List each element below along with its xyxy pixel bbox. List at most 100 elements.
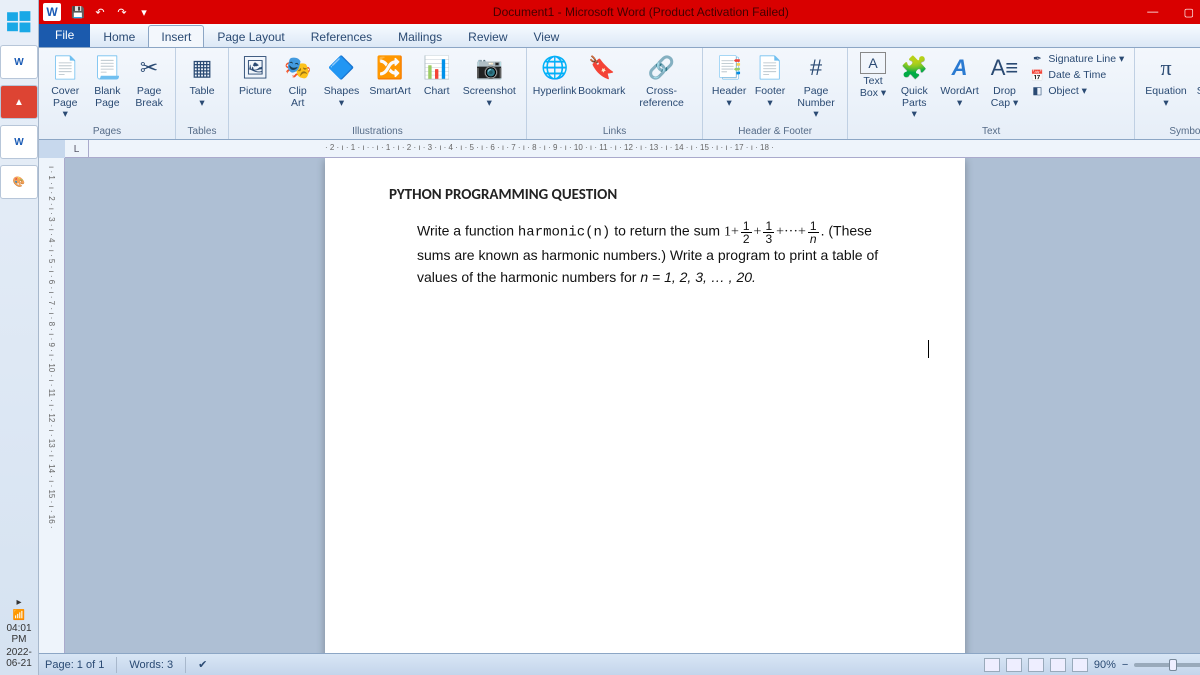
status-words[interactable]: Words: 3	[129, 659, 173, 671]
tab-review[interactable]: Review	[455, 25, 520, 47]
group-label: Header & Footer	[709, 124, 841, 139]
group-label: Illustrations	[235, 124, 520, 139]
textbox-icon: A	[860, 52, 886, 74]
bookmark-icon: 🔖	[586, 52, 618, 84]
chart-icon: 📊	[421, 52, 453, 84]
screenshot-button[interactable]: 📷Screenshot▾	[459, 50, 520, 111]
ribbon-tabs: File Home Insert Page Layout References …	[39, 24, 1200, 48]
cover-page-icon: 📄	[49, 52, 81, 84]
shapes-button[interactable]: 🔷Shapes▾	[320, 50, 364, 111]
table-button[interactable]: ▦Table▾	[182, 50, 222, 111]
date-time-button[interactable]: 📅Date & Time	[1030, 68, 1124, 82]
qat-redo-icon[interactable]: ↷	[113, 3, 131, 21]
minimize-button[interactable]: —	[1135, 0, 1171, 24]
tray-expand-icon[interactable]: ▸	[0, 597, 38, 608]
system-tray: ▸ 📶 04:01 PM 2022-06-21	[0, 591, 38, 675]
tray-date[interactable]: 2022-06-21	[0, 647, 38, 669]
group-label: Links	[533, 124, 696, 139]
page-number-button[interactable]: #PageNumber ▾	[791, 50, 841, 123]
footer-button[interactable]: 📄Footer▾	[751, 50, 789, 111]
text-box-button[interactable]: ATextBox ▾	[854, 50, 892, 101]
view-print-layout-button[interactable]	[984, 658, 1000, 672]
zoom-slider[interactable]	[1134, 663, 1200, 667]
tab-mailings[interactable]: Mailings	[385, 25, 455, 47]
bookmark-button[interactable]: 🔖Bookmark	[578, 50, 624, 100]
header-icon: 📑	[713, 52, 745, 84]
taskbar-app-pdf[interactable]: ▲	[0, 85, 38, 119]
start-button[interactable]	[0, 5, 38, 39]
object-icon: ◧	[1030, 84, 1044, 98]
clip-art-button[interactable]: 🎭ClipArt	[278, 50, 318, 111]
smartart-button[interactable]: 🔀SmartArt	[365, 50, 414, 100]
hyperlink-button[interactable]: 🌐Hyperlink	[533, 50, 577, 100]
wordart-button[interactable]: AWordArt▾	[937, 50, 983, 111]
shapes-icon: 🔷	[326, 52, 358, 84]
symbol-button[interactable]: ΩSymbol▾	[1193, 50, 1200, 111]
screenshot-icon: 📷	[473, 52, 505, 84]
table-icon: ▦	[186, 52, 218, 84]
tab-insert[interactable]: Insert	[148, 25, 204, 47]
tray-time[interactable]: 04:01 PM	[0, 623, 38, 645]
view-web-layout-button[interactable]	[1028, 658, 1044, 672]
equation-button[interactable]: πEquation▾	[1141, 50, 1190, 111]
quick-parts-button[interactable]: 🧩QuickParts ▾	[894, 50, 934, 123]
group-header-footer: 📑Header▾ 📄Footer▾ #PageNumber ▾ Header &…	[703, 48, 848, 139]
hyperlink-icon: 🌐	[539, 52, 571, 84]
qat-customize-icon[interactable]: ▾	[135, 3, 153, 21]
view-outline-button[interactable]	[1050, 658, 1066, 672]
group-label: Symbols	[1141, 124, 1200, 139]
signature-line-button[interactable]: ✒Signature Line ▾	[1030, 52, 1124, 66]
tab-home[interactable]: Home	[90, 25, 148, 47]
datetime-icon: 📅	[1030, 68, 1044, 82]
tab-view[interactable]: View	[521, 25, 573, 47]
zoom-slider-thumb[interactable]	[1169, 659, 1177, 671]
qat-save-icon[interactable]: 💾	[69, 3, 87, 21]
document-area: L · 2 · ı · 1 · ı · · ı · 1 · ı · 2 · ı …	[39, 140, 1200, 653]
zoom-out-button[interactable]: −	[1122, 659, 1128, 671]
group-label: Text	[854, 124, 1128, 139]
windows-taskbar: W ▲ W 🎨 ▸ 📶 04:01 PM 2022-06-21	[0, 0, 39, 675]
status-page[interactable]: Page: 1 of 1	[45, 659, 104, 671]
quickparts-icon: 🧩	[898, 52, 930, 84]
vertical-ruler[interactable]: ı · 1 · ı · 2 · ı · 3 · ı · 4 · ı · 5 · …	[39, 158, 65, 653]
status-proof-icon[interactable]: ✔	[198, 658, 207, 671]
window-title: Document1 - Microsoft Word (Product Acti…	[493, 5, 789, 19]
horizontal-ruler[interactable]: L · 2 · ı · 1 · ı · · ı · 1 · ı · 2 · ı …	[65, 140, 1200, 158]
cover-page-button[interactable]: 📄CoverPage ▾	[45, 50, 85, 123]
tab-file[interactable]: File	[39, 23, 90, 47]
quick-access-toolbar: 💾 ↶ ↷ ▾	[65, 3, 157, 21]
page-break-icon: ✂	[133, 52, 165, 84]
picture-button[interactable]: 🖼Picture	[235, 50, 276, 100]
drop-cap-button[interactable]: A≡DropCap ▾	[985, 50, 1025, 111]
pagenum-icon: #	[800, 52, 832, 84]
tray-network-icon[interactable]: 📶	[0, 610, 38, 621]
group-pages: 📄CoverPage ▾ 📃BlankPage ✂PageBreak Pages	[39, 48, 176, 139]
ruler-tab-selector[interactable]: L	[65, 140, 89, 158]
group-label: Tables	[182, 124, 222, 139]
cross-reference-button[interactable]: 🔗Cross-reference	[627, 50, 696, 111]
group-text: ATextBox ▾ 🧩QuickParts ▾ AWordArt▾ A≡Dro…	[848, 48, 1135, 139]
group-illustrations: 🖼Picture 🎭ClipArt 🔷Shapes▾ 🔀SmartArt 📊Ch…	[229, 48, 527, 139]
header-button[interactable]: 📑Header▾	[709, 50, 749, 111]
tab-page-layout[interactable]: Page Layout	[204, 25, 297, 47]
text-cursor	[928, 340, 929, 358]
view-full-screen-button[interactable]	[1006, 658, 1022, 672]
taskbar-app-word2[interactable]: W	[0, 125, 38, 159]
doc-paragraph: Write a function harmonic(n) to return t…	[389, 220, 901, 289]
qat-undo-icon[interactable]: ↶	[91, 3, 109, 21]
chart-button[interactable]: 📊Chart	[417, 50, 457, 100]
taskbar-app-word[interactable]: W	[0, 45, 38, 79]
page-break-button[interactable]: ✂PageBreak	[129, 50, 169, 111]
tab-references[interactable]: References	[298, 25, 385, 47]
object-button[interactable]: ◧Object ▾	[1030, 84, 1124, 98]
blank-page-button[interactable]: 📃BlankPage	[87, 50, 127, 111]
equation-icon: π	[1150, 52, 1182, 84]
group-label: Pages	[45, 124, 169, 139]
document-page[interactable]: PYTHON PROGRAMMING QUESTION Write a func…	[325, 158, 965, 653]
group-tables: ▦Table▾ Tables	[176, 48, 229, 139]
taskbar-app-paint[interactable]: 🎨	[0, 165, 38, 199]
zoom-level[interactable]: 90%	[1094, 659, 1116, 671]
view-draft-button[interactable]	[1072, 658, 1088, 672]
maximize-button[interactable]: ▢	[1171, 0, 1200, 24]
status-bar: Page: 1 of 1 Words: 3 ✔ 90% − +	[39, 653, 1200, 675]
